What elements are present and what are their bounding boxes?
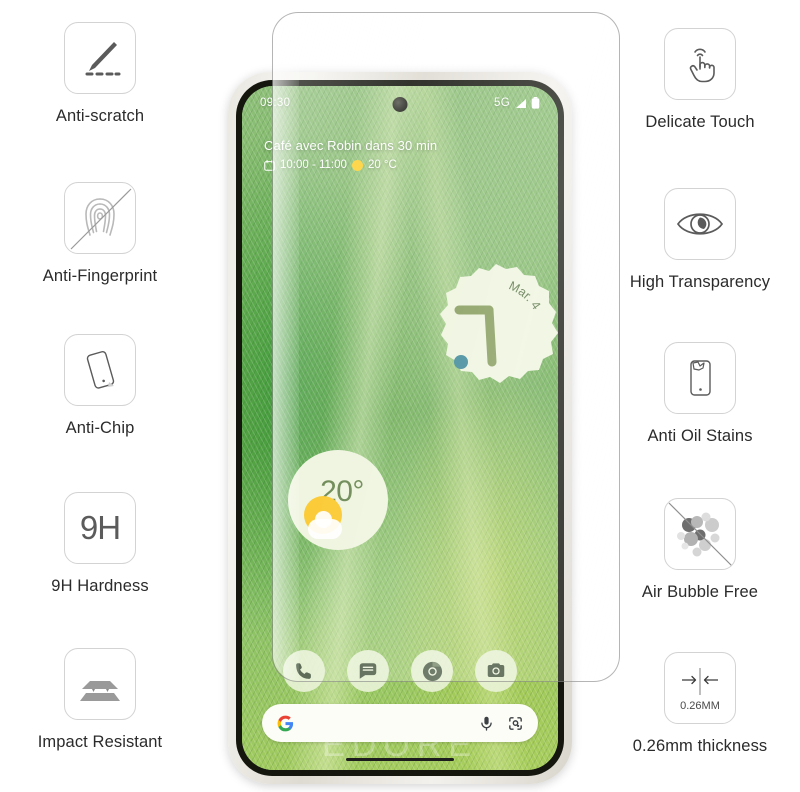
feature-label: 0.26mm thickness <box>632 737 768 755</box>
9h-text-icon: 9H <box>64 492 136 564</box>
eye-icon <box>664 188 736 260</box>
left-feature-column: Anti-scratch Anti-Fingerprint Anti-Chip … <box>0 0 200 792</box>
tilted-phone-icon <box>64 334 136 406</box>
clock-widget[interactable]: Mar. 4 <box>432 262 558 390</box>
smartspace-temperature: 20 °C <box>367 159 397 171</box>
feature-label: Anti-Fingerprint <box>42 267 158 285</box>
bubbles-icon <box>664 498 736 570</box>
knife-scratch-icon <box>64 22 136 94</box>
feature-label: Delicate Touch <box>645 113 755 131</box>
feature-label: Anti-Chip <box>65 419 135 437</box>
feature-label: 9H Hardness <box>51 577 149 595</box>
phone-stain-icon <box>664 342 736 414</box>
thickness-icon-text: 0.26MM <box>680 699 720 712</box>
feature-label: High Transparency <box>629 273 771 291</box>
feature-high-transparency: High Transparency <box>600 188 800 292</box>
google-lens-icon[interactable] <box>507 715 524 732</box>
smartspace-widget[interactable]: Café avec Robin dans 30 min 10:00 - 11:0… <box>264 138 437 171</box>
tap-hand-icon <box>664 28 736 100</box>
feature-anti-scratch: Anti-scratch <box>0 22 200 126</box>
feature-anti-fingerprint: Anti-Fingerprint <box>0 182 200 286</box>
weather-widget[interactable]: 20° <box>288 450 388 550</box>
feature-air-bubble-free: Air Bubble Free <box>600 498 800 602</box>
9h-icon-text: 9H <box>79 509 121 546</box>
signal-bars-icon <box>516 98 526 108</box>
fingerprint-icon <box>64 182 136 254</box>
sun-icon <box>351 159 363 171</box>
google-g-icon <box>276 714 295 733</box>
camera-icon[interactable] <box>475 650 517 692</box>
feature-impact-resistant: Impact Resistant <box>0 648 200 752</box>
feature-anti-chip: Anti-Chip <box>0 334 200 438</box>
feature-9h-hardness: 9H 9H Hardness <box>0 492 200 596</box>
clock-second-dot <box>454 355 468 369</box>
feature-delicate-touch: Delicate Touch <box>600 28 800 132</box>
smartspace-title: Café avec Robin dans 30 min <box>264 138 438 153</box>
smartspace-time-range: 10:00 - 11:00 <box>280 159 347 171</box>
chrome-icon[interactable] <box>411 650 453 692</box>
feature-anti-oil-stains: Anti Oil Stains <box>600 342 800 446</box>
phone-icon[interactable] <box>283 650 325 692</box>
home-gesture-bar[interactable] <box>346 758 454 761</box>
feature-label: Impact Resistant <box>37 733 163 751</box>
smartspace-subtitle: 10:00 - 11:00 20 °C <box>264 159 437 171</box>
cloud-icon <box>308 511 342 539</box>
phone-mockup: 09:30 5G Café avec Robin dans 30 min 10:… <box>228 72 572 784</box>
feature-label: Anti-scratch <box>55 107 145 125</box>
clock-face <box>440 264 558 383</box>
status-network: 5G <box>494 97 510 109</box>
battery-icon <box>531 97 540 109</box>
feature-label: Air Bubble Free <box>641 583 759 601</box>
product-feature-collage: Anti-scratch Anti-Fingerprint Anti-Chip … <box>0 0 800 792</box>
status-time: 09:30 <box>260 97 291 109</box>
right-feature-column: Delicate Touch High Transparency Anti Oi… <box>600 0 800 792</box>
feature-thickness: 0.26MM 0.26mm thickness <box>600 652 800 756</box>
layered-plates-icon <box>64 648 136 720</box>
calendar-icon <box>264 159 275 171</box>
thickness-arrows-icon: 0.26MM <box>664 652 736 724</box>
phone-screen[interactable]: 09:30 5G Café avec Robin dans 30 min 10:… <box>242 86 558 770</box>
feature-label: Anti Oil Stains <box>647 427 753 445</box>
app-dock <box>242 650 558 692</box>
google-search-bar[interactable] <box>262 704 538 742</box>
microphone-icon[interactable] <box>478 715 495 732</box>
messages-icon[interactable] <box>347 650 389 692</box>
front-camera-punch-hole <box>392 97 408 112</box>
clock-hand-minute <box>484 305 497 367</box>
